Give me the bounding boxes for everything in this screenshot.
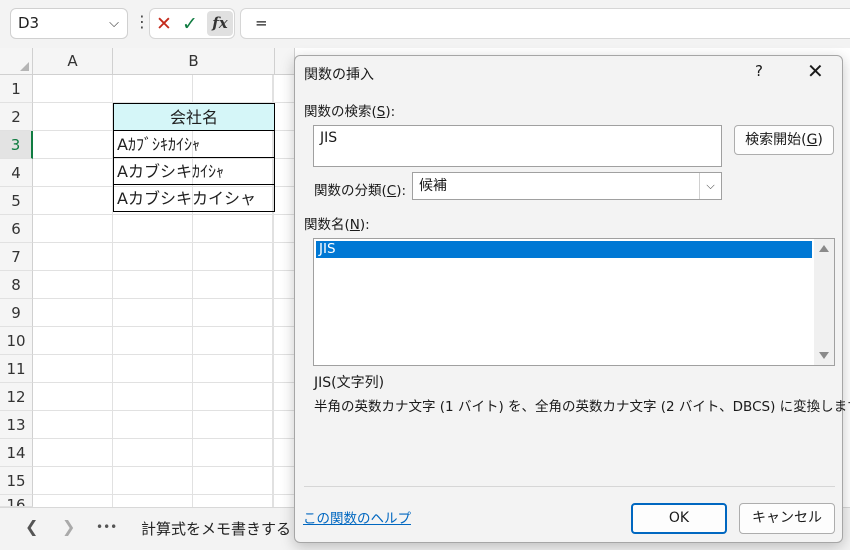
chevron-left-icon[interactable]: ❮ bbox=[25, 517, 38, 536]
close-icon[interactable]: ✕ bbox=[807, 59, 824, 83]
search-label-end: ): bbox=[385, 104, 396, 120]
row-header-13[interactable]: 13 bbox=[0, 411, 33, 439]
row-header-3[interactable]: 3 bbox=[0, 131, 33, 159]
scroll-up-icon[interactable] bbox=[819, 245, 829, 252]
row-header-12[interactable]: 12 bbox=[0, 383, 33, 411]
insert-function-icon[interactable]: fx bbox=[207, 11, 233, 36]
function-name-label-end: ): bbox=[359, 217, 370, 233]
more-sheets-icon[interactable]: ••• bbox=[96, 520, 117, 534]
dialog-divider bbox=[304, 486, 835, 487]
search-button-key: G bbox=[806, 132, 818, 148]
row-header-10[interactable]: 10 bbox=[0, 327, 33, 355]
category-label-end: ): bbox=[396, 183, 407, 199]
check-icon[interactable]: ✓ bbox=[182, 9, 198, 39]
list-scrollbar[interactable] bbox=[814, 239, 834, 365]
search-button[interactable]: 検索開始(G) bbox=[734, 125, 834, 155]
column-header-b[interactable]: B bbox=[113, 48, 275, 75]
sheet-tab[interactable]: 計算式をメモ書きする ( bbox=[141, 518, 302, 539]
row-header-5[interactable]: 5 bbox=[0, 187, 33, 215]
column-header-a[interactable]: A bbox=[33, 48, 113, 75]
cell-b5[interactable]: Aカブシキカイシャ bbox=[113, 184, 275, 212]
search-button-end: ) bbox=[817, 132, 823, 148]
function-search-input[interactable]: JIS bbox=[313, 125, 722, 167]
row-header-14[interactable]: 14 bbox=[0, 439, 33, 467]
chevron-right-icon[interactable]: ❯ bbox=[62, 517, 75, 536]
row-header-2[interactable]: 2 bbox=[0, 103, 33, 131]
function-syntax: JIS(文字列) bbox=[314, 375, 385, 391]
category-select-value: 候補 bbox=[419, 178, 447, 194]
name-box-value: D3 bbox=[18, 14, 40, 32]
cell-b4[interactable]: Aカブシキｶｲｼｬ bbox=[113, 157, 275, 185]
help-icon[interactable]: ? bbox=[755, 62, 763, 80]
cancel-icon[interactable]: ✕ bbox=[156, 9, 172, 39]
scroll-down-icon[interactable] bbox=[819, 352, 829, 359]
row-header-4[interactable]: 4 bbox=[0, 159, 33, 187]
function-name-label-text: 関数名( bbox=[304, 217, 350, 233]
name-box[interactable]: D3 ⌵ bbox=[10, 8, 128, 39]
dialog-title: 関数の挿入 bbox=[304, 67, 374, 83]
more-options-icon[interactable]: ⋮ bbox=[134, 12, 150, 32]
search-label-text: 関数の検索( bbox=[304, 104, 377, 120]
cancel-button[interactable]: キャンセル bbox=[739, 503, 835, 534]
row-header-1[interactable]: 1 bbox=[0, 75, 33, 103]
function-name-label: 関数名(N): bbox=[304, 213, 370, 233]
insert-function-dialog: 関数の挿入 ? ✕ 関数の検索(S): JIS 検索開始(G) 関数の分類(C)… bbox=[294, 55, 850, 543]
search-label: 関数の検索(S): bbox=[304, 100, 395, 120]
formula-input[interactable]: = bbox=[240, 8, 850, 39]
chevron-down-icon[interactable]: ⌵ bbox=[699, 173, 721, 199]
function-name-label-key: N bbox=[349, 217, 360, 233]
category-label-text: 関数の分類( bbox=[314, 183, 387, 199]
cell-b3[interactable]: Aｶﾌﾞｼｷｶｲｼｬ bbox=[113, 130, 275, 158]
formula-bar: D3 ⌵ ⋮ ✕ ✓ fx = bbox=[0, 0, 850, 48]
function-help-link[interactable]: この関数のヘルプ bbox=[303, 507, 411, 527]
row-header-7[interactable]: 7 bbox=[0, 243, 33, 271]
row-header-11[interactable]: 11 bbox=[0, 355, 33, 383]
cell-b2[interactable]: 会社名 bbox=[113, 103, 275, 131]
ok-button[interactable]: OK bbox=[631, 503, 727, 534]
function-list-item[interactable]: JIS bbox=[316, 241, 812, 258]
row-header-9[interactable]: 9 bbox=[0, 299, 33, 327]
category-label: 関数の分類(C): bbox=[314, 179, 406, 199]
row-header-15[interactable]: 15 bbox=[0, 467, 33, 495]
chevron-down-icon[interactable]: ⌵ bbox=[109, 9, 119, 38]
function-list[interactable]: JIS bbox=[313, 238, 835, 366]
row-header-8[interactable]: 8 bbox=[0, 271, 33, 299]
row-header-6[interactable]: 6 bbox=[0, 215, 33, 243]
row-header-16[interactable]: 16 bbox=[0, 495, 33, 507]
category-select[interactable]: 候補 ⌵ bbox=[412, 172, 722, 200]
function-description: 半角の英数カナ文字 (1 バイト) を、全角の英数カナ文字 (2 バイト、DBC… bbox=[314, 399, 850, 415]
search-button-text: 検索開始( bbox=[745, 132, 807, 148]
formula-buttons: ✕ ✓ fx bbox=[149, 8, 235, 39]
column-header-c[interactable] bbox=[275, 48, 295, 75]
category-label-key: C bbox=[386, 183, 397, 199]
select-all-corner[interactable] bbox=[0, 48, 33, 75]
